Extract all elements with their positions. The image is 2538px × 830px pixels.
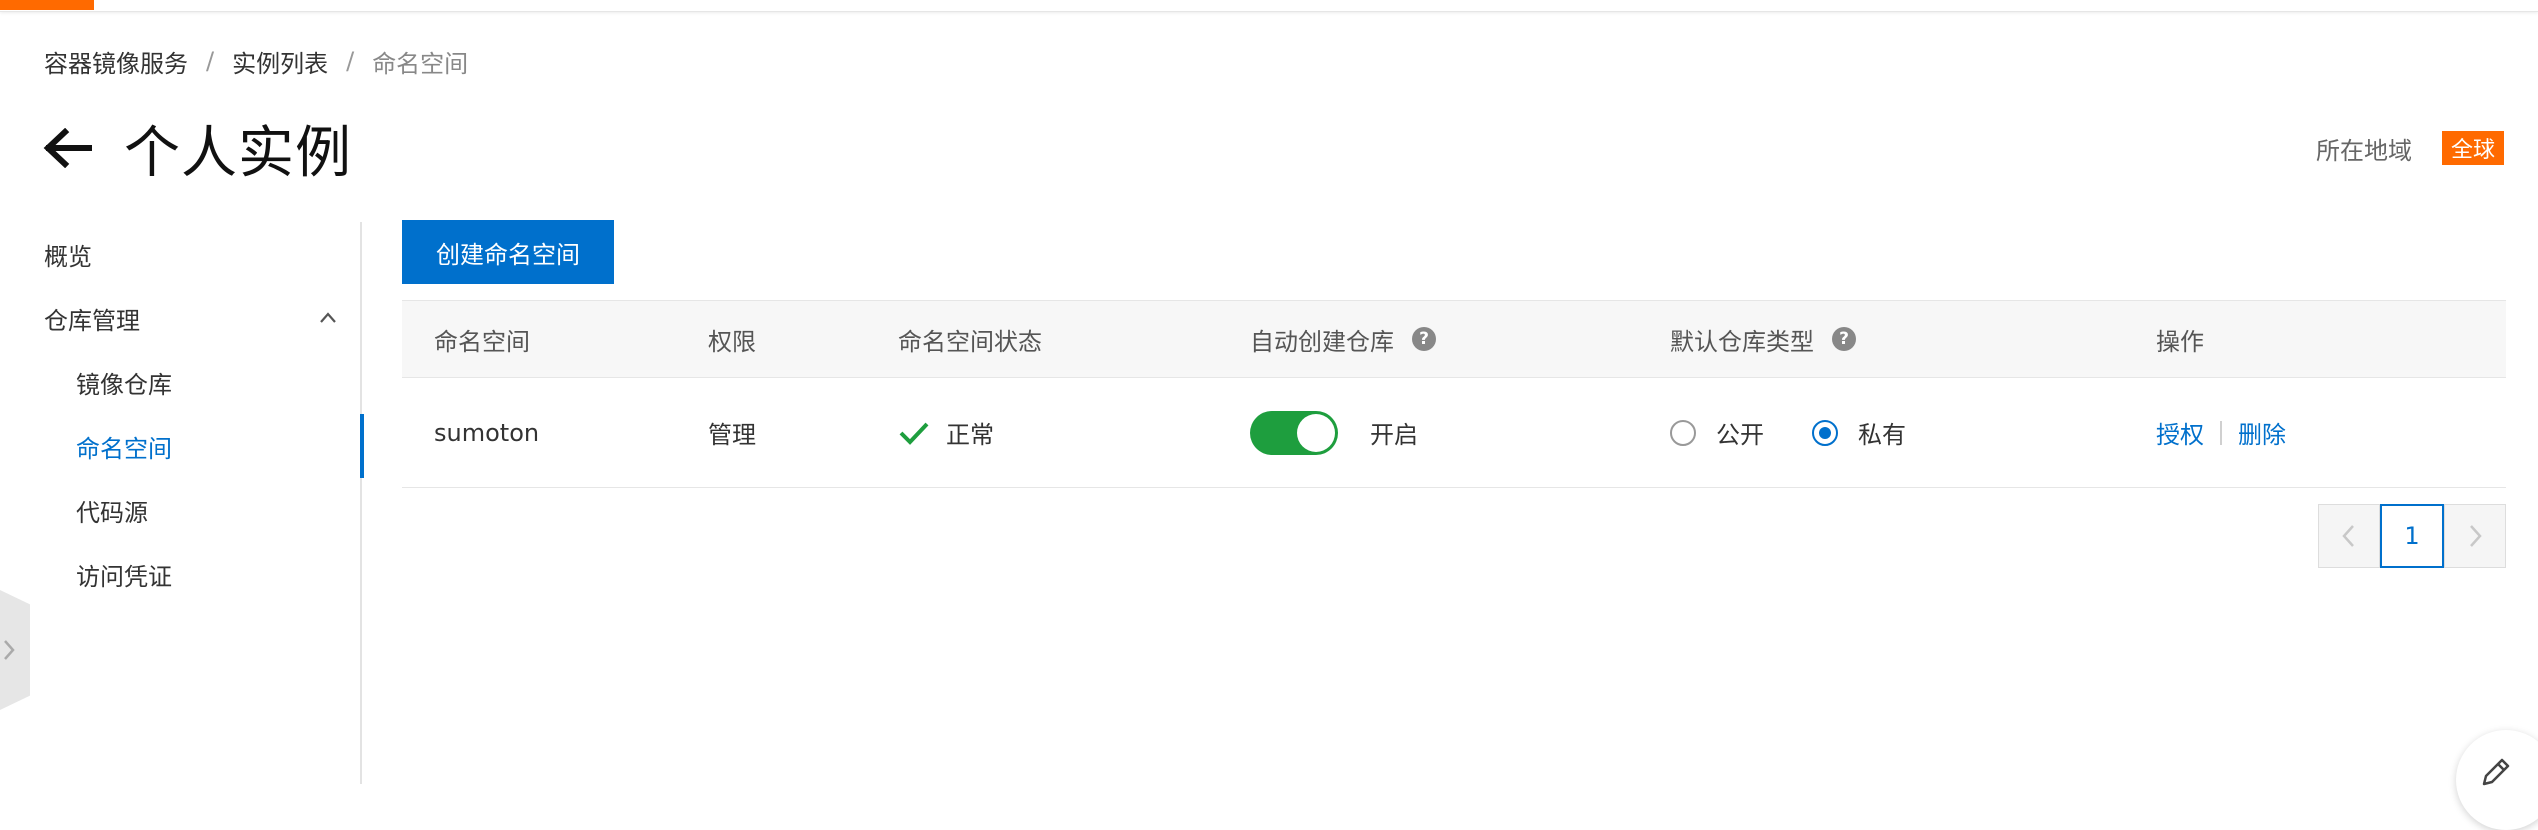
cell-namespace: sumoton <box>434 418 540 447</box>
radio-private[interactable] <box>1812 419 1838 446</box>
table-header: 命名空间 权限 命名空间状态 自动创建仓库 ? 默认仓库类型 ? 操作 <box>402 300 2506 378</box>
header-default-type: 默认仓库类型 ? <box>1670 301 1856 377</box>
breadcrumb: 容器镜像服务 / 实例列表 / 命名空间 <box>44 44 468 78</box>
header-label: 命名空间状态 <box>898 327 1042 356</box>
create-namespace-button[interactable]: 创建命名空间 <box>402 220 614 284</box>
check-icon <box>899 422 929 445</box>
sidebar-group-repo-management[interactable]: 仓库管理 <box>0 286 362 350</box>
status-text: 正常 <box>946 421 994 449</box>
header-label: 权限 <box>708 327 756 356</box>
auto-create-toggle[interactable] <box>1250 410 1338 455</box>
toggle-knob <box>1297 413 1335 452</box>
sidebar: 概览 仓库管理 镜像仓库 命名空间 代码源 访问凭证 <box>0 222 364 784</box>
sidebar-item-label: 访问凭证 <box>76 562 172 591</box>
sidebar-item-label: 命名空间 <box>76 434 172 463</box>
sidebar-item-access-credential[interactable]: 访问凭证 <box>0 542 362 606</box>
sidebar-item-label: 镜像仓库 <box>76 370 172 399</box>
radio-private-label[interactable]: 私有 <box>1858 415 1906 450</box>
feedback-edit-button[interactable] <box>2456 730 2538 830</box>
top-bar <box>0 0 2538 12</box>
cell-actions: 授权 删除 <box>2156 378 2286 487</box>
sidebar-item-namespace[interactable]: 命名空间 <box>0 414 364 478</box>
page-header: 个人实例 <box>40 110 352 186</box>
next-page-button[interactable] <box>2444 504 2506 568</box>
header-label: 命名空间 <box>434 327 530 356</box>
header-status: 命名空间状态 <box>898 301 1042 377</box>
region-label: 所在地域 <box>2315 136 2412 165</box>
toggle-label: 开启 <box>1370 421 1418 449</box>
radio-public-label[interactable]: 公开 <box>1716 415 1764 450</box>
page-number-current[interactable]: 1 <box>2380 504 2444 568</box>
edit-icon <box>2482 758 2510 786</box>
sidebar-item-image-repo[interactable]: 镜像仓库 <box>0 350 362 414</box>
expand-sidebar-tab[interactable] <box>0 590 30 710</box>
header-permission: 权限 <box>708 301 756 377</box>
prev-page-button[interactable] <box>2318 504 2380 568</box>
header-actions: 操作 <box>2156 301 2204 377</box>
cell-auto-create: 开启 <box>1250 378 1418 487</box>
header-label: 默认仓库类型 <box>1670 327 1814 356</box>
breadcrumb-separator: / <box>346 47 355 75</box>
radio-public[interactable] <box>1670 419 1696 446</box>
sidebar-item-code-source[interactable]: 代码源 <box>0 478 362 542</box>
cell-status: 正常 <box>898 378 994 487</box>
sidebar-item-label: 代码源 <box>76 498 148 527</box>
sidebar-group-label: 仓库管理 <box>44 306 140 335</box>
chevron-up-icon <box>320 312 336 323</box>
region-badge[interactable]: 全球 <box>2441 131 2504 165</box>
header-label: 自动创建仓库 <box>1250 327 1394 356</box>
region-info: 所在地域 全球 <box>2316 130 2504 166</box>
header-auto-create: 自动创建仓库 ? <box>1250 301 1436 377</box>
sidebar-item-overview[interactable]: 概览 <box>0 222 362 286</box>
namespace-table: 命名空间 权限 命名空间状态 自动创建仓库 ? 默认仓库类型 ? 操作 sumo… <box>402 300 2506 488</box>
chevron-left-icon <box>2342 525 2354 547</box>
page-title: 个人实例 <box>124 120 352 186</box>
help-icon[interactable]: ? <box>1412 327 1436 351</box>
breadcrumb-instance-list[interactable]: 实例列表 <box>232 44 328 79</box>
cell-default-type: 公开 私有 <box>1670 378 1954 487</box>
breadcrumb-separator: / <box>206 47 215 75</box>
expand-sidebar-icon <box>4 640 15 660</box>
sidebar-item-label: 概览 <box>44 242 92 271</box>
table-row: sumoton 管理 正常 开启 公开 私有 授权 删除 <box>402 378 2506 488</box>
action-divider <box>2220 420 2222 445</box>
help-icon[interactable]: ? <box>1832 327 1856 351</box>
header-label: 操作 <box>2156 327 2204 356</box>
cell-permission: 管理 <box>708 421 756 449</box>
delete-link[interactable]: 删除 <box>2238 415 2286 450</box>
header-namespace: 命名空间 <box>434 301 530 377</box>
pagination: 1 <box>2318 504 2506 568</box>
back-arrow-icon[interactable] <box>40 110 96 186</box>
breadcrumb-namespace: 命名空间 <box>372 49 469 78</box>
brand-accent <box>0 0 94 10</box>
chevron-right-icon <box>2470 525 2482 547</box>
breadcrumb-container-registry[interactable]: 容器镜像服务 <box>44 44 188 79</box>
grant-link[interactable]: 授权 <box>2156 415 2204 450</box>
